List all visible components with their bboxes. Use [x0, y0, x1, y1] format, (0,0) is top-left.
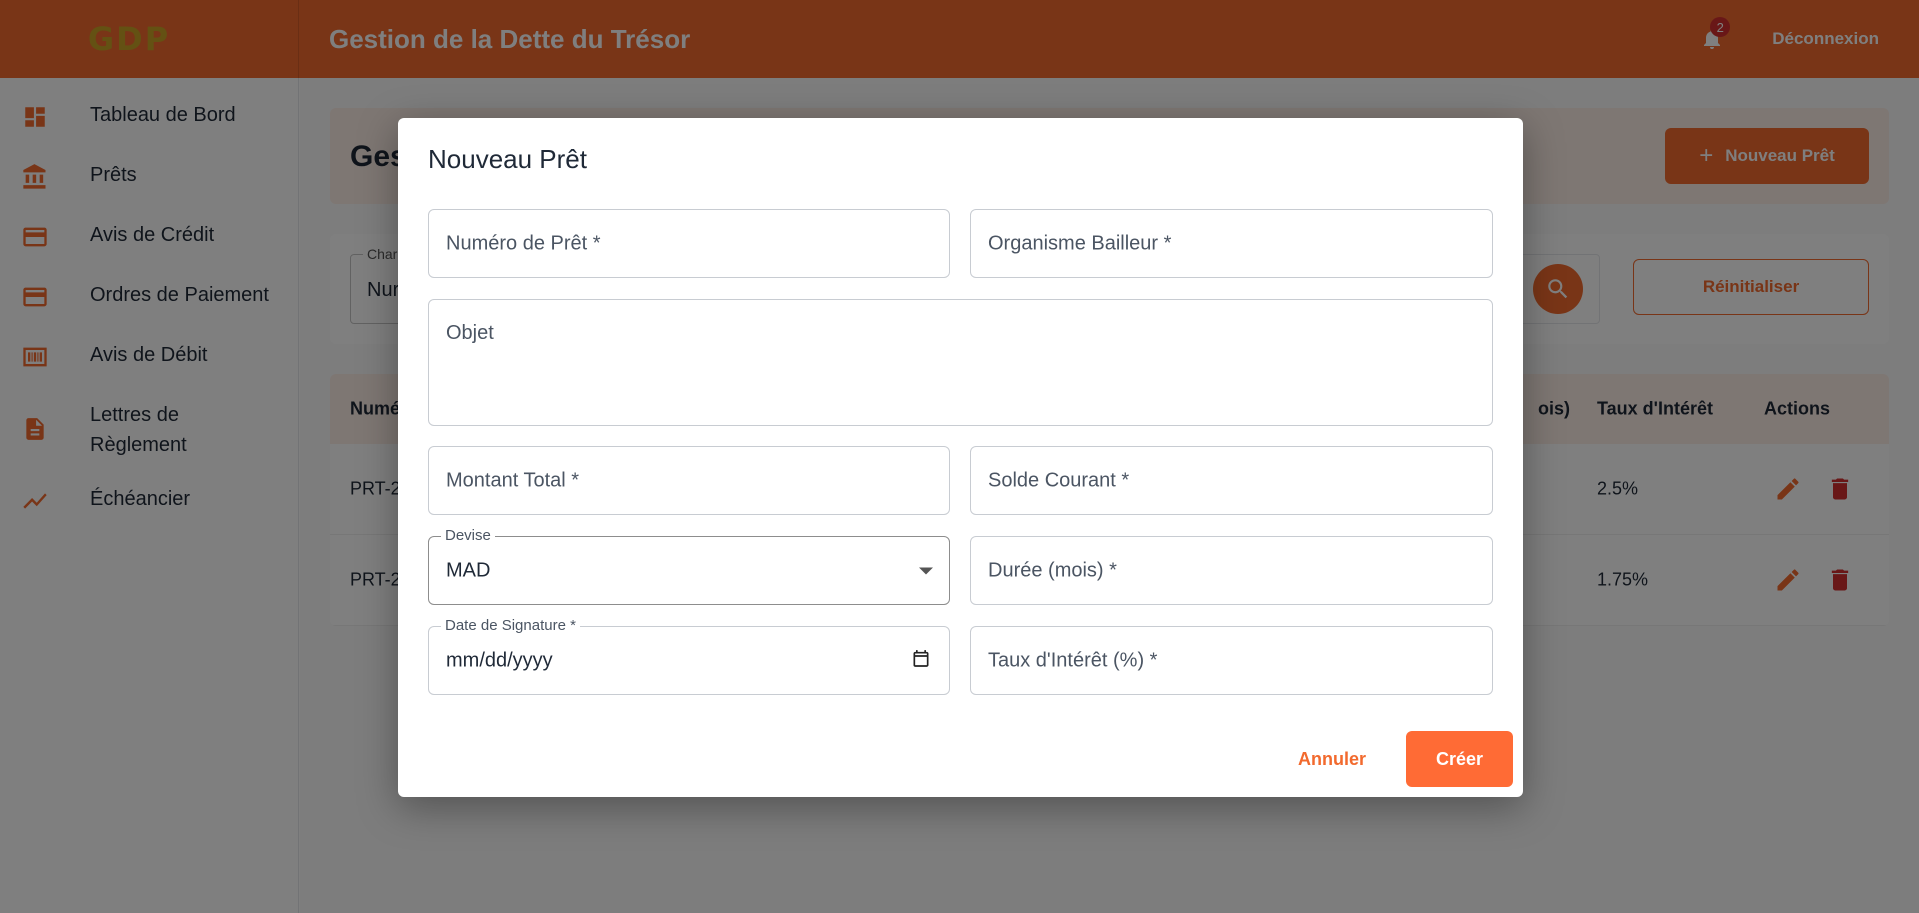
- duration-placeholder: Durée (mois) *: [988, 559, 1117, 581]
- signature-date-input[interactable]: Date de Signature * mm/dd/yyyy: [428, 617, 950, 695]
- currency-select[interactable]: Devise MAD: [428, 527, 950, 605]
- duration-input[interactable]: Durée (mois) *: [970, 536, 1493, 605]
- current-balance-placeholder: Solde Courant *: [988, 469, 1130, 491]
- current-balance-input[interactable]: Solde Courant *: [970, 446, 1493, 515]
- new-loan-dialog: Nouveau Prêt Numéro de Prêt * Organisme …: [398, 118, 1523, 797]
- total-amount-input[interactable]: Montant Total *: [428, 446, 950, 515]
- calendar-icon[interactable]: [911, 648, 931, 673]
- object-textarea[interactable]: Objet: [428, 299, 1493, 426]
- currency-value: MAD: [446, 559, 491, 581]
- signature-date-label: Date de Signature *: [441, 617, 580, 634]
- signature-date-placeholder: mm/dd/yyyy: [446, 649, 553, 671]
- cancel-button[interactable]: Annuler: [1278, 733, 1386, 786]
- dialog-title: Nouveau Prêt: [428, 144, 587, 174]
- currency-label: Devise: [441, 527, 495, 544]
- loan-number-input[interactable]: Numéro de Prêt *: [428, 209, 950, 278]
- lender-placeholder: Organisme Bailleur *: [988, 232, 1172, 254]
- chevron-down-icon: [919, 567, 933, 574]
- interest-rate-placeholder: Taux d'Intérêt (%) *: [988, 649, 1158, 671]
- dialog-actions: Annuler Créer: [1278, 731, 1513, 787]
- loan-number-placeholder: Numéro de Prêt *: [446, 232, 601, 254]
- lender-input[interactable]: Organisme Bailleur *: [970, 209, 1493, 278]
- object-placeholder: Objet: [446, 322, 494, 344]
- interest-rate-input[interactable]: Taux d'Intérêt (%) *: [970, 626, 1493, 695]
- total-amount-placeholder: Montant Total *: [446, 469, 580, 491]
- create-button[interactable]: Créer: [1406, 731, 1513, 787]
